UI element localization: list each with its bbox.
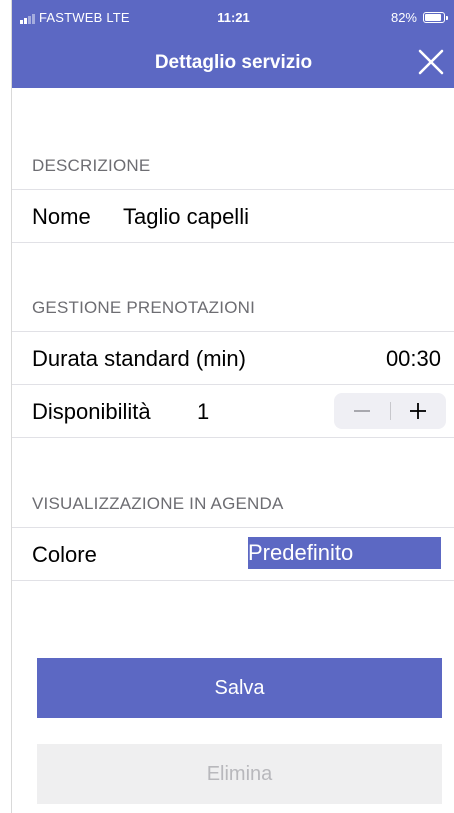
duration-value[interactable]: 00:30 xyxy=(386,346,441,372)
divider xyxy=(12,437,454,438)
color-row[interactable]: Colore Predefinito xyxy=(12,528,454,580)
plus-icon xyxy=(410,403,426,419)
color-label: Colore xyxy=(32,542,97,567)
name-value[interactable]: Taglio capelli xyxy=(123,204,249,230)
close-button[interactable] xyxy=(411,43,451,81)
delete-button[interactable]: Elimina xyxy=(37,744,442,804)
section-header-description: DESCRIZIONE xyxy=(32,156,151,175)
page-title: Dettaglio servizio xyxy=(154,52,313,73)
status-bar: FASTWEB LTE 11:21 82% xyxy=(12,0,454,34)
app-screen: FASTWEB LTE 11:21 82% Dettaglio servizio… xyxy=(11,0,454,813)
divider xyxy=(12,580,454,581)
color-value: Predefinito xyxy=(248,540,354,565)
battery-percent: 82% xyxy=(390,10,417,25)
availability-stepper xyxy=(334,393,446,429)
availability-label: Disponibilità xyxy=(32,399,151,424)
duration-row[interactable]: Durata standard (min) 00:30 xyxy=(12,332,454,384)
nav-bar: FASTWEB LTE 11:21 82% Dettaglio servizio xyxy=(12,0,454,88)
divider xyxy=(12,242,454,243)
minus-icon xyxy=(354,410,370,412)
section-header-booking: GESTIONE PRENOTAZIONI xyxy=(32,298,256,317)
color-picker[interactable]: Predefinito xyxy=(248,537,441,569)
save-button[interactable]: Salva xyxy=(37,658,442,718)
decrement-button[interactable] xyxy=(334,393,390,429)
name-row[interactable]: Nome Taglio capelli xyxy=(12,190,454,242)
increment-button[interactable] xyxy=(390,393,446,429)
close-icon xyxy=(418,49,444,75)
availability-row: Disponibilità 1 xyxy=(12,385,454,437)
section-header-agenda: VISUALIZZAZIONE IN AGENDA xyxy=(32,494,284,513)
duration-label: Durata standard (min) xyxy=(32,346,246,371)
name-label: Nome xyxy=(32,204,91,229)
battery-icon xyxy=(423,12,448,23)
availability-value: 1 xyxy=(197,399,210,424)
status-time: 11:21 xyxy=(217,10,250,25)
